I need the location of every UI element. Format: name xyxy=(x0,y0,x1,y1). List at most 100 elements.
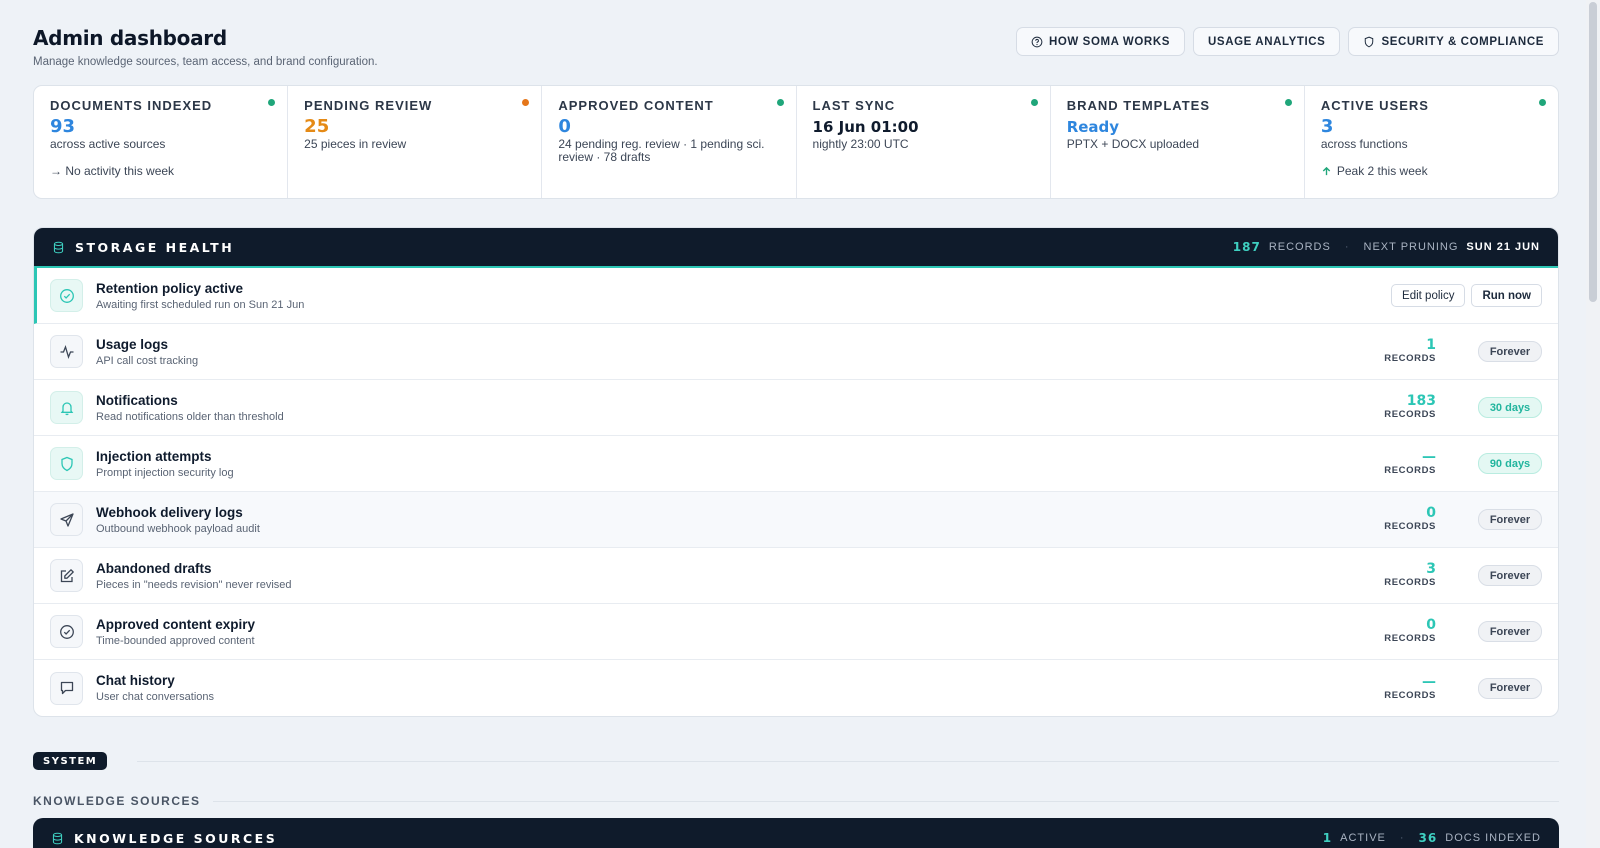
active-count: 1 xyxy=(1322,831,1333,845)
storage-row-chat-history[interactable]: Chat history User chat conversations — R… xyxy=(34,660,1558,716)
retention-badge: Forever xyxy=(1478,565,1542,586)
records-unit: RECORDS xyxy=(1384,689,1436,701)
records-block: — RECORDS xyxy=(1376,675,1436,701)
records-unit: RECORDS xyxy=(1384,577,1436,588)
storage-row-injection-attempts[interactable]: Injection attempts Prompt injection secu… xyxy=(34,436,1558,492)
storage-row-usage-logs[interactable]: Usage logs API call cost tracking 1 RECO… xyxy=(34,324,1558,380)
row-right: 3 RECORDS Forever xyxy=(1376,561,1542,588)
row-right: — RECORDS 90 days xyxy=(1376,449,1542,476)
records-block: 1 RECORDS xyxy=(1376,337,1436,364)
next-pruning-value: SUN 21 JUN xyxy=(1466,241,1540,253)
stat-label: DOCUMENTS INDEXED xyxy=(50,98,213,113)
row-desc: API call cost tracking xyxy=(96,354,199,367)
check-circle-icon xyxy=(59,624,74,639)
row-title: Injection attempts xyxy=(96,448,212,464)
stat-brand-templates[interactable]: BRAND TEMPLATES Ready PPTX + DOCX upload… xyxy=(1051,86,1305,198)
stat-label: LAST SYNC xyxy=(812,98,896,113)
stat-label: ACTIVE USERS xyxy=(1320,98,1429,113)
row-text: Webhook delivery logs Outbound webhook p… xyxy=(96,505,260,535)
stat-foot: Peak 2 this week xyxy=(1321,164,1542,178)
records-unit: RECORDS xyxy=(1384,633,1436,644)
header-actions: HOW SOMA WORKS USAGE ANALYTICS SECURITY … xyxy=(1015,27,1559,56)
stat-foot: → No activity this week xyxy=(50,164,175,178)
security-compliance-button[interactable]: SECURITY & COMPLIANCE xyxy=(1348,27,1559,56)
stat-value: 16 Jun 01:00 xyxy=(812,118,919,136)
row-desc: Outbound webhook payload audit xyxy=(96,522,260,535)
status-dot xyxy=(776,99,784,106)
edit-policy-button[interactable]: Edit policy xyxy=(1391,284,1466,307)
stat-documents-indexed[interactable]: DOCUMENTS INDEXED 93 across active sourc… xyxy=(34,86,289,198)
stat-pending-review[interactable]: PENDING REVIEW 25 25 pieces in review xyxy=(288,86,543,198)
row-right: 0 RECORDS Forever xyxy=(1376,617,1542,644)
storage-health-panel: STORAGE HEALTH 187 RECORDS · NEXT PRUNIN… xyxy=(33,227,1559,717)
how-soma-works-label: HOW SOMA WORKS xyxy=(1048,35,1171,48)
records-value: — xyxy=(1422,449,1436,465)
records-block: — RECORDS xyxy=(1376,449,1436,476)
row-icon-box xyxy=(50,391,83,424)
storage-row-approved-expiry[interactable]: Approved content expiry Time-bounded app… xyxy=(34,604,1558,660)
retention-actions: Edit policy Run now xyxy=(1385,284,1542,307)
status-dot xyxy=(1539,99,1547,106)
stat-sub: 24 pending reg. review · 1 pending sci. … xyxy=(558,137,765,164)
retention-badge: Forever xyxy=(1478,341,1542,362)
usage-analytics-label: USAGE ANALYTICS xyxy=(1208,35,1326,48)
row-icon-box xyxy=(50,615,83,648)
usage-analytics-button[interactable]: USAGE ANALYTICS xyxy=(1193,27,1341,56)
check-circle-icon xyxy=(59,288,74,303)
row-title: Chat history xyxy=(96,673,175,688)
scrollbar[interactable] xyxy=(1586,0,1600,848)
records-block: 3 RECORDS xyxy=(1376,561,1436,588)
retention-badge: Forever xyxy=(1478,621,1542,642)
stat-foot-text: Peak 2 this week xyxy=(1336,164,1428,178)
send-icon xyxy=(59,512,74,527)
storage-row-abandoned-drafts[interactable]: Abandoned drafts Pieces in "needs revisi… xyxy=(34,548,1558,604)
meta-separator: · xyxy=(1344,241,1350,253)
next-pruning-label: NEXT PRUNING xyxy=(1363,241,1459,253)
records-value: 0 xyxy=(1426,505,1436,521)
records-unit: RECORDS xyxy=(1384,465,1436,476)
row-desc: Prompt injection security log xyxy=(96,466,234,479)
storage-row-notifications[interactable]: Notifications Read notifications older t… xyxy=(34,380,1558,436)
stat-approved-content[interactable]: APPROVED CONTENT 0 24 pending reg. revie… xyxy=(542,86,797,198)
docs-count: 36 xyxy=(1418,831,1438,845)
bell-icon xyxy=(60,401,73,415)
run-now-button[interactable]: Run now xyxy=(1471,284,1542,307)
row-text: Injection attempts Prompt injection secu… xyxy=(96,449,234,479)
system-section-badge: SYSTEM xyxy=(33,752,108,770)
knowledge-sources-section-label: KNOWLEDGE SOURCES xyxy=(33,794,201,808)
records-value: 3 xyxy=(1426,561,1436,577)
scrollbar-thumb[interactable] xyxy=(1589,2,1597,302)
storage-row-webhook-logs[interactable]: Webhook delivery logs Outbound webhook p… xyxy=(34,492,1558,548)
status-dot xyxy=(268,99,276,106)
row-text: Abandoned drafts Pieces in "needs revisi… xyxy=(96,561,292,591)
records-block: 0 RECORDS xyxy=(1376,505,1436,532)
stat-value: Ready xyxy=(1066,118,1120,136)
stat-sub: PPTX + DOCX uploaded xyxy=(1066,137,1200,151)
shield-icon xyxy=(1365,36,1374,47)
knowledge-sources-meta: 1 ACTIVE · 36 DOCS INDEXED xyxy=(1323,831,1541,845)
retention-icon-box xyxy=(50,279,83,312)
records-unit: RECORDS xyxy=(1384,409,1436,420)
records-label: RECORDS xyxy=(1268,241,1331,253)
retention-badge: 30 days xyxy=(1478,397,1542,418)
database-icon xyxy=(53,241,64,253)
records-unit: RECORDS xyxy=(1384,521,1436,532)
records-value: 1 xyxy=(1426,337,1436,353)
stat-last-sync[interactable]: LAST SYNC 16 Jun 01:00 nightly 23:00 UTC xyxy=(797,86,1051,198)
row-icon-box xyxy=(50,335,83,368)
stat-label: PENDING REVIEW xyxy=(304,98,433,113)
row-icon-box xyxy=(50,503,83,536)
stat-sub: across functions xyxy=(1320,137,1408,151)
records-value: 0 xyxy=(1426,617,1436,633)
row-title: Webhook delivery logs xyxy=(96,504,243,520)
row-text: Usage logs API call cost tracking xyxy=(96,337,198,367)
how-soma-works-button[interactable]: HOW SOMA WORKS xyxy=(1015,27,1186,56)
status-dot xyxy=(1284,99,1292,106)
shield-icon xyxy=(60,456,73,471)
retention-policy-row: Retention policy active Awaiting first s… xyxy=(34,268,1558,324)
help-circle-icon xyxy=(1031,36,1043,47)
stat-sub: 25 pieces in review xyxy=(304,137,407,151)
section-divider xyxy=(137,761,1559,762)
row-right: 1 RECORDS Forever xyxy=(1376,337,1542,364)
stat-active-users[interactable]: ACTIVE USERS 3 across functions Peak 2 t… xyxy=(1305,86,1558,198)
